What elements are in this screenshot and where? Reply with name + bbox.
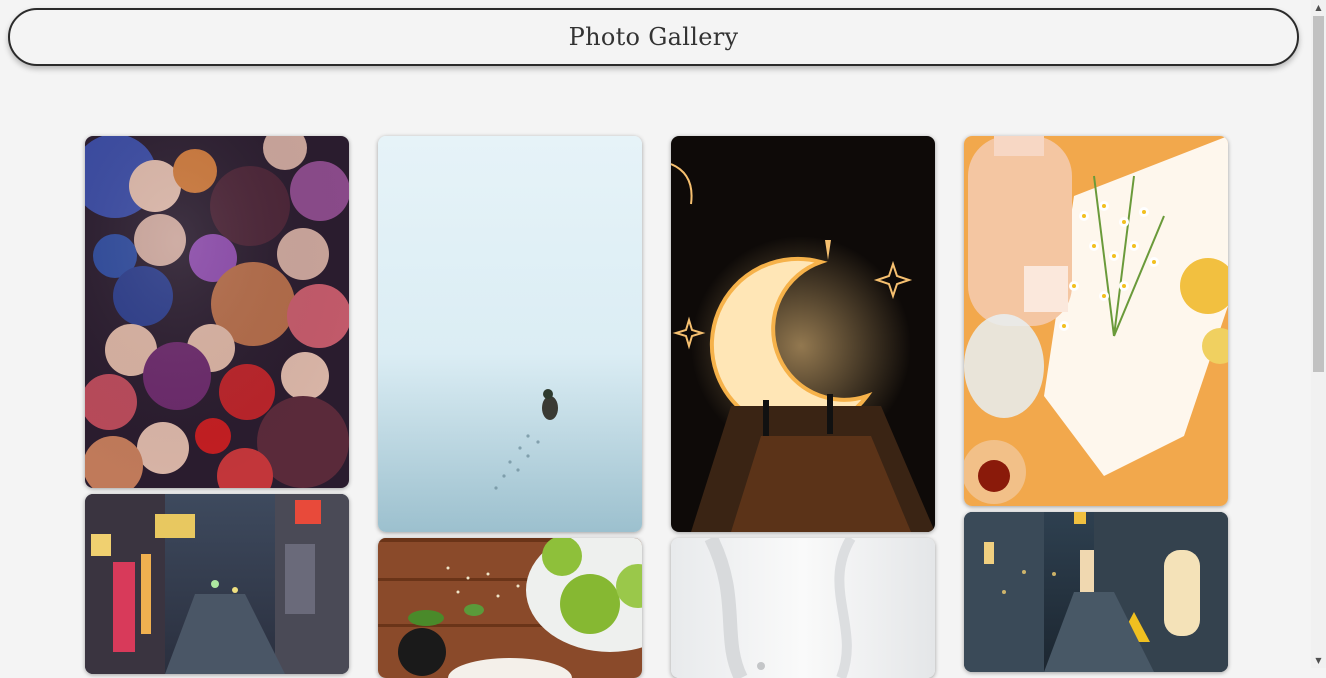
page-header: Photo Gallery: [8, 8, 1299, 66]
photo-crescent-moon-lights[interactable]: [671, 136, 935, 532]
page-title: Photo Gallery: [568, 23, 739, 51]
vertical-scrollbar[interactable]: ▲ ▼: [1311, 0, 1326, 668]
scroll-down-arrow-icon[interactable]: ▼: [1311, 653, 1326, 668]
photo-rainy-street-lanterns[interactable]: [964, 512, 1228, 672]
scrollbar-thumb[interactable]: [1313, 16, 1324, 372]
scroll-up-arrow-icon[interactable]: ▲: [1311, 0, 1326, 15]
photo-white-fabric[interactable]: [671, 538, 935, 678]
photo-neon-alley[interactable]: [85, 494, 349, 674]
photo-christmas-ornaments[interactable]: [85, 136, 349, 488]
photo-duck-in-snow[interactable]: [378, 136, 642, 532]
photo-green-apples-on-wood[interactable]: [378, 538, 642, 678]
photo-drink-and-chamomile[interactable]: [964, 136, 1228, 506]
